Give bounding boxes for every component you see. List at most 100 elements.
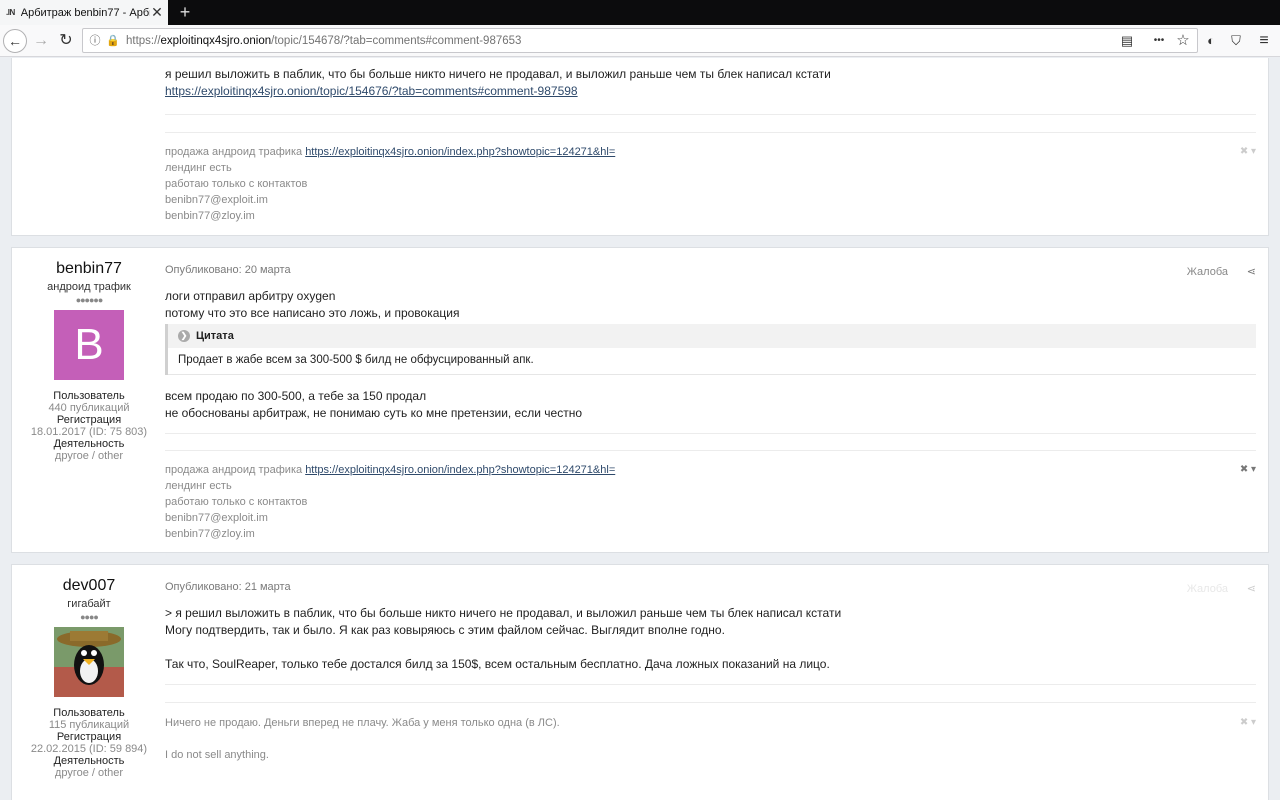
signature-line: Ничего не продаю. Деньги вперед не плачу… xyxy=(165,717,560,729)
author-name[interactable]: benbin77 xyxy=(12,260,166,278)
report-link[interactable]: Жалоба xyxy=(1187,266,1228,278)
avatar[interactable] xyxy=(54,627,124,697)
lock-icon: 🔒 xyxy=(106,34,120,47)
post-card: benbin77 андроид трафик ●●●●●● B Пользов… xyxy=(11,247,1269,553)
signature-link[interactable]: https://exploitinqx4sjro.onion/index.php… xyxy=(305,464,615,476)
signature-text: продажа андроид трафика xyxy=(165,146,306,158)
url-bar[interactable]: ⓘ 🔒 https://exploitinqx4sjro.onion/topic… xyxy=(82,28,1198,53)
tab-close-icon[interactable]: ✕ xyxy=(150,4,164,21)
post-body: я решил выложить в паблик, что бы больше… xyxy=(165,66,1256,222)
activity-value: другое / other xyxy=(54,767,124,779)
avatar[interactable]: B xyxy=(54,310,124,380)
divider xyxy=(165,132,1256,133)
post-text-line: я решил выложить в паблик, что бы больше… xyxy=(165,67,831,81)
quote-text: Продает в жабе всем за 300-500 $ билд не… xyxy=(168,348,1256,375)
registration-label: Регистрация xyxy=(56,414,122,426)
info-icon[interactable]: ⓘ xyxy=(89,35,101,47)
shield-icon[interactable]: ⛉ xyxy=(1227,32,1245,50)
quote-title: Цитата xyxy=(196,330,234,342)
url-host: exploitinqx4sjro.onion xyxy=(160,34,272,47)
share-icon[interactable]: ⋖ xyxy=(1247,265,1256,278)
post-date[interactable]: Опубликовано: 20 марта xyxy=(165,264,1256,276)
author-post-count: 440 публикаций xyxy=(48,402,130,414)
tab-bar: .IN Арбитраж benbin77 - Арбитраж ✕ + xyxy=(0,0,1280,25)
registration-value: 22.02.2015 (ID: 59 894) xyxy=(30,743,148,755)
browser-tab[interactable]: .IN Арбитраж benbin77 - Арбитраж ✕ xyxy=(0,0,168,25)
post-card: dev007 гигабайт ●●●● Пользователь 115 пу… xyxy=(11,564,1269,800)
post-text-line: не обоснованы арбитраж, не понимаю суть … xyxy=(165,406,582,420)
author-role: Пользователь xyxy=(53,707,125,719)
quote-toggle-icon: ❯ xyxy=(178,330,190,342)
signature: Ничего не продаю. Деньги вперед не плачу… xyxy=(165,715,1256,763)
signature: продажа андроид трафика https://exploiti… xyxy=(165,144,1256,224)
author-name[interactable]: dev007 xyxy=(12,577,166,595)
signature-toggle-icon[interactable]: ✖ ▾ xyxy=(1240,464,1256,475)
registration-label: Регистрация xyxy=(56,731,122,743)
signature-line: benbin77@zloy.im xyxy=(165,210,255,222)
divider xyxy=(165,433,1256,434)
signature-line: работаю только с контактов xyxy=(165,178,308,190)
signature: продажа андроид трафика https://exploiti… xyxy=(165,462,1256,542)
signature-line: лендинг есть xyxy=(165,162,232,174)
signature-line: benbin77@zloy.im xyxy=(165,528,255,540)
post-text-line xyxy=(165,639,1256,656)
url-scheme: https:// xyxy=(126,34,161,47)
author-panel: dev007 гигабайт ●●●● Пользователь 115 пу… xyxy=(12,565,166,779)
post-link[interactable]: https://exploitinqx4sjro.onion/topic/154… xyxy=(165,84,578,98)
signature-toggle-icon[interactable]: ✖ ▾ xyxy=(1240,717,1256,728)
signature-line: benibn77@exploit.im xyxy=(165,512,268,524)
report-link[interactable]: Жалоба xyxy=(1187,583,1228,595)
post-text-line: всем продаю по 300-500, а тебе за 150 пр… xyxy=(165,389,427,403)
post-body: Опубликовано: 20 марта Жалоба ⋖ логи отп… xyxy=(165,264,1256,540)
signature-toggle-icon[interactable]: ✖ ▾ xyxy=(1240,146,1256,157)
post-text-line: логи отправил арбитру oxygen xyxy=(165,289,336,303)
activity-label: Деятельность xyxy=(53,438,125,450)
author-panel: benbin77 андроид трафик ●●●●●● B Пользов… xyxy=(12,248,166,462)
tab-title: Арбитраж benbin77 - Арбитраж xyxy=(20,6,150,19)
page-content: я решил выложить в паблик, что бы больше… xyxy=(0,58,1280,800)
tab-favicon: .IN xyxy=(6,8,15,17)
rank-pips: ●●●● xyxy=(80,612,99,622)
divider xyxy=(165,114,1256,115)
signature-line: benibn77@exploit.im xyxy=(165,194,268,206)
signature-link[interactable]: https://exploitinqx4sjro.onion/index.php… xyxy=(305,146,615,158)
url-path: /topic/154678/?tab=comments#comment-9876… xyxy=(271,34,522,47)
post-text-line: Так что, SoulReaper, только тебе досталс… xyxy=(165,657,830,671)
divider xyxy=(165,684,1256,685)
signature-line: работаю только с контактов xyxy=(165,496,308,508)
post-card: я решил выложить в паблик, что бы больше… xyxy=(11,58,1269,236)
tor-onion-icon[interactable]: ◐ xyxy=(1202,32,1220,50)
bookmark-star-icon[interactable]: ☆ xyxy=(1175,33,1191,49)
forward-button[interactable]: → xyxy=(29,29,53,53)
nav-bar: ← → ↻ ⓘ 🔒 https://exploitinqx4sjro.onion… xyxy=(0,25,1280,57)
menu-icon[interactable]: ≡ xyxy=(1255,32,1273,50)
rank-pips: ●●●●●● xyxy=(75,295,104,305)
post-text-line: потому что это все написано это ложь, и … xyxy=(165,306,460,320)
author-role: Пользователь xyxy=(53,390,125,402)
signature-line: I do not sell anything. xyxy=(165,749,269,761)
divider xyxy=(165,450,1256,451)
author-post-count: 115 публикаций xyxy=(48,719,130,731)
reader-view-icon[interactable]: ▤ xyxy=(1119,33,1135,49)
url-text[interactable]: https://exploitinqx4sjro.onion/topic/154… xyxy=(126,35,521,47)
back-button[interactable]: ← xyxy=(3,29,27,53)
signature-text: продажа андроид трафика xyxy=(165,464,306,476)
tux-avatar-image xyxy=(54,627,124,697)
share-icon[interactable]: ⋖ xyxy=(1247,582,1256,595)
activity-label: Деятельность xyxy=(53,755,125,767)
signature-line: лендинг есть xyxy=(165,480,232,492)
post-text-line: > я решил выложить в паблик, что бы боль… xyxy=(165,606,842,620)
author-title: андроид трафик xyxy=(47,281,131,293)
registration-value: 18.01.2017 (ID: 75 803) xyxy=(30,426,148,438)
post-date[interactable]: Опубликовано: 21 марта xyxy=(165,581,1256,593)
quote-header[interactable]: ❯ Цитата xyxy=(168,324,1256,348)
activity-value: другое / other xyxy=(54,450,124,462)
divider xyxy=(165,702,1256,703)
post-text-line: Могу подтвердить, так и было. Я как раз … xyxy=(165,623,725,637)
quote-block: ❯ Цитата Продает в жабе всем за 300-500 $… xyxy=(165,324,1256,375)
author-title: гигабайт xyxy=(67,598,111,610)
reload-button[interactable]: ↻ xyxy=(54,29,78,53)
post-body: Опубликовано: 21 марта Жалоба ⋖ > я реши… xyxy=(165,581,1256,761)
new-tab-button[interactable]: + xyxy=(175,2,195,22)
more-actions-icon[interactable]: ••• xyxy=(1151,33,1167,49)
